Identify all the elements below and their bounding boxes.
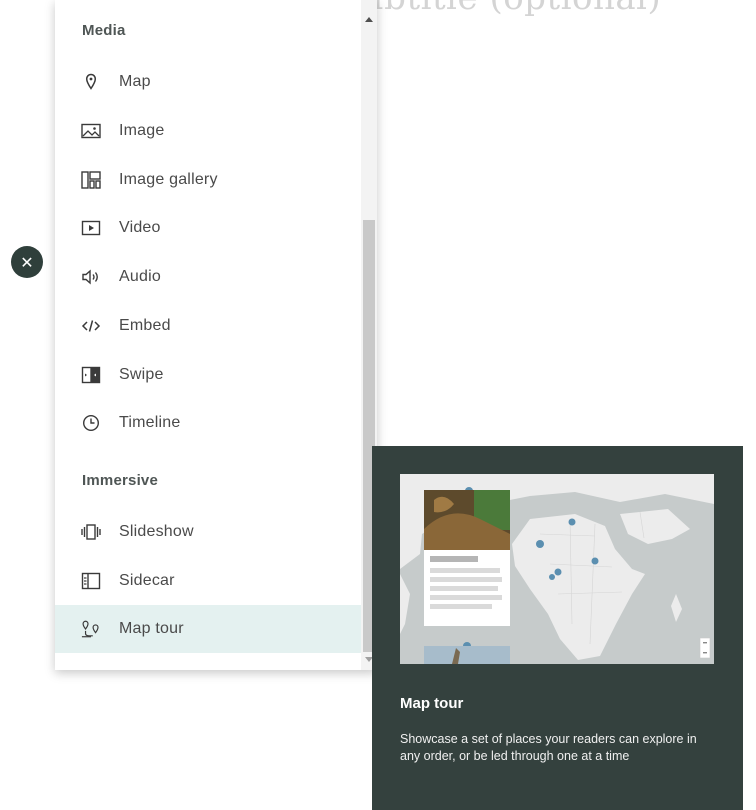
- menu-item-label: Image gallery: [119, 171, 218, 188]
- menu-item-image-gallery[interactable]: Image gallery: [55, 156, 361, 204]
- clock-icon: [81, 413, 101, 433]
- image-icon: [81, 121, 101, 141]
- close-button[interactable]: ✕: [11, 246, 43, 278]
- menu-item-sidecar[interactable]: Sidecar: [55, 557, 361, 605]
- menu-item-label: Map: [119, 73, 151, 90]
- menu-item-audio[interactable]: Audio: [55, 253, 361, 301]
- section-title-immersive: Immersive: [82, 472, 159, 489]
- menu-item-swipe[interactable]: Swipe: [55, 351, 361, 399]
- menu-item-embed[interactable]: Embed: [55, 302, 361, 350]
- menu-item-label: Slideshow: [119, 523, 194, 540]
- menu-item-label: Audio: [119, 268, 161, 285]
- close-icon: ✕: [20, 252, 34, 272]
- audio-icon: [81, 267, 101, 287]
- video-icon: [81, 218, 101, 238]
- map-tour-preview-card: Map tour Showcase a set of places your r…: [372, 446, 743, 810]
- preview-description: Showcase a set of places your readers ca…: [400, 732, 697, 763]
- block-insert-menu: Media Map Image Image gallery Video Audi…: [55, 0, 377, 670]
- embed-icon: [81, 316, 101, 336]
- section-title-media: Media: [82, 22, 126, 39]
- preview-title: Map tour: [400, 695, 464, 712]
- menu-item-timeline[interactable]: Timeline: [55, 399, 361, 447]
- menu-item-label: Image: [119, 122, 165, 139]
- menu-item-map[interactable]: Map: [55, 58, 361, 106]
- menu-item-image[interactable]: Image: [55, 107, 361, 155]
- map-tour-preview-image: [400, 474, 714, 664]
- map-tour-icon: [81, 619, 101, 639]
- swipe-icon: [81, 365, 101, 385]
- sidecar-icon: [81, 571, 101, 591]
- menu-item-label: Swipe: [119, 366, 164, 383]
- menu-item-label: Embed: [119, 317, 171, 334]
- menu-item-label: Map tour: [119, 620, 184, 637]
- menu-item-label: Timeline: [119, 414, 181, 431]
- menu-item-video[interactable]: Video: [55, 204, 361, 252]
- menu-item-label: Sidecar: [119, 572, 175, 589]
- menu-item-map-tour[interactable]: Map tour: [55, 605, 361, 653]
- slideshow-icon: [81, 522, 101, 542]
- scroll-up-arrow-icon[interactable]: [365, 17, 373, 22]
- map-pin-icon: [81, 72, 101, 92]
- menu-item-label: Video: [119, 219, 161, 236]
- menu-item-slideshow[interactable]: Slideshow: [55, 508, 361, 556]
- image-gallery-icon: [81, 170, 101, 190]
